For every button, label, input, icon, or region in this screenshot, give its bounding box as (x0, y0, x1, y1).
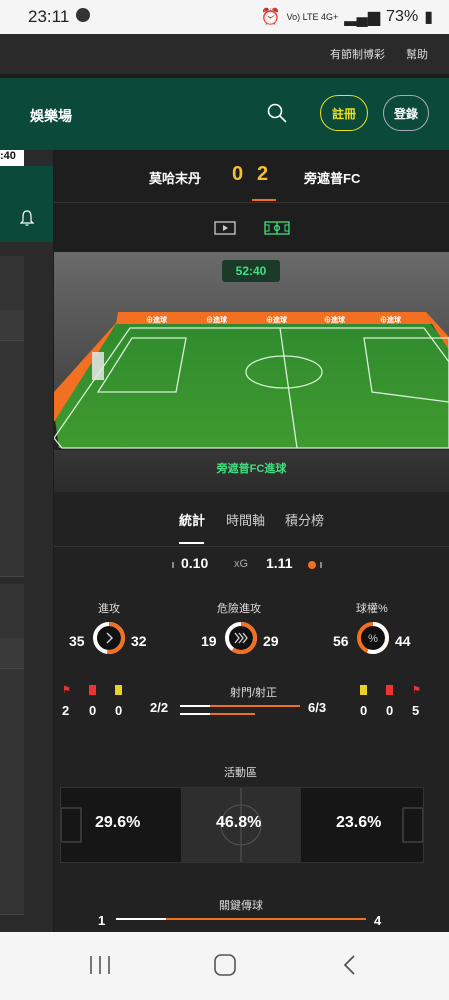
dangerous-ring (225, 622, 257, 654)
keypass-label: 關鍵傳球 (219, 900, 263, 912)
match-clock: 52:40 (222, 260, 280, 282)
score-underline (252, 199, 276, 201)
sidebar-clock: :40 (0, 150, 24, 166)
stats-tabs: 統計 時間軸 積分榜 (54, 492, 449, 547)
home-corners: 2 (62, 703, 70, 718)
top-links-bar: 有節制博彩 幫助 (0, 34, 449, 74)
keypass-away: 4 (374, 913, 382, 928)
xg-home: 0.10 (181, 555, 209, 571)
attacks-ring (93, 622, 125, 654)
bell-icon[interactable] (20, 210, 34, 226)
sidebar-row[interactable] (0, 638, 24, 669)
xg-home-dot (172, 562, 174, 568)
home-icon[interactable] (212, 952, 238, 978)
alarm-icon: ⏰ (260, 9, 281, 26)
match-panel: 莫哈末丹 0 2 旁遮普FC ⊕進球 ⊕進球 ⊕進球 ⊕進球 ⊕進球 52:40… (53, 150, 449, 932)
pitch-view-icon[interactable] (264, 221, 290, 235)
possession-ring: % (357, 622, 389, 654)
status-bar: 23:11 ⏰ Vo) LTE 4G+ ▂▄▆ 73% ▮ (0, 0, 449, 34)
yellow-card-icon (115, 685, 122, 695)
away-corners: 5 (412, 703, 420, 718)
pitch-graphic: ⊕進球 ⊕進球 ⊕進球 ⊕進球 ⊕進球 (53, 252, 449, 492)
tab-standings[interactable]: 積分榜 (285, 510, 324, 529)
away-red: 0 (386, 703, 394, 718)
ad-board-text: ⊕進球 (206, 315, 228, 324)
casino-nav-link[interactable]: 娛樂場 (30, 106, 72, 126)
xg-label: xG (234, 558, 249, 570)
active-tab-indicator (179, 542, 204, 544)
ad-board-text: ⊕進球 (266, 315, 288, 324)
xg-away-dot (308, 561, 316, 569)
home-yellow: 0 (115, 703, 123, 718)
network-label: Vo) LTE 4G+ (286, 12, 339, 22)
goal-event-text: 旁遮普FC進球 (216, 463, 287, 475)
attacks-home: 35 (69, 633, 85, 649)
corner-flag-icon: ⚑ (412, 685, 421, 696)
responsible-gaming-link[interactable]: 有節制博彩 (330, 46, 385, 62)
home-red: 0 (89, 703, 97, 718)
shots-bar (180, 705, 300, 715)
percent-icon: % (368, 633, 378, 645)
home-score: 0 (232, 163, 244, 185)
red-card-icon (386, 685, 393, 695)
tab-timeline[interactable]: 時間軸 (226, 510, 265, 529)
possession-away: 44 (395, 633, 411, 649)
dangerous-home: 19 (201, 633, 217, 649)
back-icon[interactable] (342, 954, 358, 976)
red-card-icon (89, 685, 96, 695)
home-team: 莫哈末丹 (149, 171, 202, 186)
score-bar: 莫哈末丹 0 2 旁遮普FC (54, 150, 449, 202)
yellow-card-icon (360, 685, 367, 695)
attacks-away: 32 (131, 633, 147, 649)
signal-icon: ▂▄▆ (344, 9, 381, 26)
away-score: 2 (257, 163, 269, 185)
zone-away: 23.6% (336, 814, 382, 831)
shots-away: 6/3 (308, 700, 327, 715)
search-icon[interactable] (266, 102, 288, 124)
zone-home: 29.6% (95, 814, 141, 831)
left-sidebar: :40 (0, 150, 53, 932)
register-button[interactable]: 註冊 (320, 95, 368, 131)
ad-board-text: ⊕進球 (324, 315, 346, 324)
battery-icon: ▮ (424, 9, 433, 26)
ad-board-text: ⊕進球 (146, 315, 168, 324)
dangerous-away: 29 (263, 633, 279, 649)
stat-label-attacks: 進攻 (98, 603, 120, 615)
help-link[interactable]: 幫助 (406, 46, 428, 62)
zone-mid: 46.8% (216, 814, 262, 831)
tab-stats[interactable]: 統計 (179, 510, 205, 529)
system-nav-bar (0, 932, 449, 1000)
sidebar-list (0, 256, 24, 577)
status-time: 23:11 (28, 7, 70, 26)
zones-label: 活動區 (224, 767, 257, 779)
possession-home: 56 (333, 633, 349, 649)
settings-status-icon (76, 8, 90, 22)
site-header: 娛樂場 註冊 登錄 (0, 78, 449, 150)
pitch-visualization: ⊕進球 ⊕進球 ⊕進球 ⊕進球 ⊕進球 (53, 252, 449, 492)
shots-home: 2/2 (150, 700, 169, 715)
sidebar-active-block (0, 166, 53, 242)
away-team: 旁遮普FC (304, 171, 361, 186)
keypass-home: 1 (98, 913, 106, 928)
xg-away: 1.11 (266, 555, 293, 571)
stat-label-possession: 球權% (356, 603, 388, 615)
stat-label-dangerous: 危險進攻 (217, 603, 261, 615)
battery-label: 73% (386, 8, 419, 25)
video-icon[interactable] (214, 221, 236, 235)
shots-label: 射門/射正 (230, 687, 278, 699)
away-yellow: 0 (360, 703, 368, 718)
sidebar-list (0, 584, 24, 915)
login-button[interactable]: 登錄 (383, 95, 429, 131)
ad-board-text: ⊕進球 (380, 315, 402, 324)
keypass-bar (116, 918, 366, 920)
sidebar-row[interactable] (0, 310, 24, 341)
view-toggle-bar (54, 202, 449, 253)
corner-flag-icon: ⚑ (62, 685, 71, 696)
recent-apps-icon[interactable] (88, 954, 112, 976)
